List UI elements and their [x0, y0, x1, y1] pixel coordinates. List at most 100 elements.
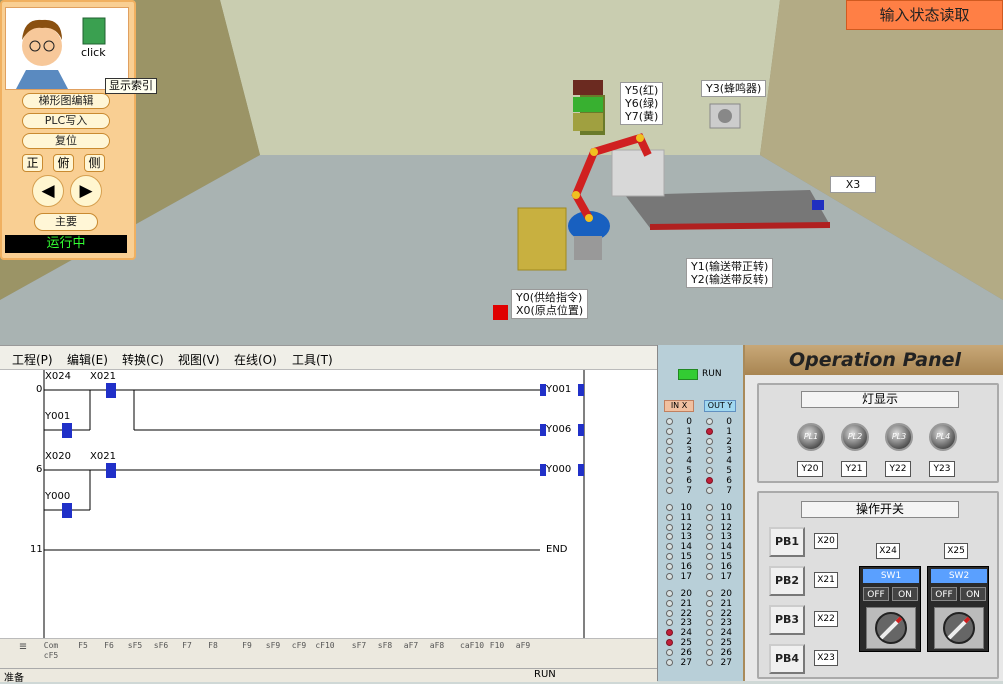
output-led-icon	[706, 572, 713, 580]
input-led-row: 3	[666, 446, 692, 456]
step-number: 11	[30, 544, 43, 555]
main-button[interactable]: 主要	[34, 213, 98, 231]
input-led-number: 20	[680, 589, 692, 599]
toolbar-button[interactable]: cF10	[314, 641, 336, 665]
menu-bar: 工程(P) 编辑(E) 转换(C) 视图(V) 在线(O) 工具(T)	[0, 346, 657, 370]
input-led-icon	[666, 447, 673, 455]
menu-tools[interactable]: 工具(T)	[292, 351, 333, 368]
switch-off-label[interactable]: OFF	[931, 587, 957, 601]
input-led-icon	[666, 513, 673, 521]
contact-label: Y001	[45, 411, 71, 422]
input-led-number: 25	[680, 638, 692, 648]
toolbar-button[interactable]: F6	[98, 641, 120, 665]
output-led-number: 0	[726, 417, 732, 427]
menu-edit[interactable]: 编辑(E)	[67, 351, 108, 368]
input-led-row: 14	[666, 542, 692, 552]
toolbar-button[interactable]: aF7	[400, 641, 422, 665]
menu-view[interactable]: 视图(V)	[178, 351, 220, 368]
input-led-icon	[666, 639, 673, 646]
reset-button[interactable]: 复位	[22, 133, 110, 149]
step-number: 0	[36, 384, 43, 395]
pushbutton-pb3[interactable]: PB3	[769, 605, 805, 635]
input-led-row: 10	[666, 503, 692, 513]
toolbar-button[interactable]: F8	[202, 641, 224, 665]
switch-off-label[interactable]: OFF	[863, 587, 889, 601]
input-status-read-button[interactable]: 输入状态读取	[846, 0, 1003, 30]
input-led-number: 15	[680, 552, 692, 562]
toolbar-button[interactable]: F10	[486, 641, 508, 665]
pushbutton-pb4[interactable]: PB4	[769, 644, 805, 674]
output-led-row: 22	[706, 609, 732, 619]
toolbar-button[interactable]: aF9	[512, 641, 534, 665]
output-led-row: 21	[706, 599, 732, 609]
contact-label: X021	[90, 371, 116, 382]
output-led-number: 6	[726, 475, 732, 486]
output-led-number: 2	[726, 436, 732, 447]
output-led-icon	[706, 599, 713, 607]
toolbar-button[interactable]: aF8	[426, 641, 448, 665]
toolbar-button[interactable]: cF9	[288, 641, 310, 665]
ladder-editor: 工程(P) 编辑(E) 转换(C) 视图(V) 在线(O) 工具(T) 0 6 …	[0, 345, 657, 684]
toolbar-button[interactable]: sF9	[262, 641, 284, 665]
menu-online[interactable]: 在线(O)	[234, 351, 277, 368]
coil-label: Y000	[546, 464, 572, 475]
toolbar-button[interactable]: F5	[72, 641, 94, 665]
output-led-number: 17	[720, 571, 732, 582]
input-led-icon	[666, 599, 673, 607]
end-instruction: END	[546, 544, 568, 555]
output-led-icon	[706, 467, 713, 474]
toolbar-mode-icon[interactable]: ≡	[12, 640, 34, 665]
input-led-icon	[666, 418, 673, 425]
output-header: OUT Y	[704, 400, 736, 412]
top-view-button[interactable]: 俯	[53, 154, 74, 172]
left-arrow-icon[interactable]: ◀	[32, 175, 64, 207]
conveyor-labels: Y1(输送带正转) Y2(输送带反转)	[686, 258, 774, 288]
input-led-icon	[666, 486, 673, 494]
output-led-icon	[706, 658, 713, 666]
lamp-address: Y20	[797, 461, 823, 477]
output-led-number: 12	[720, 522, 732, 533]
toolbar-button[interactable]: F7	[176, 641, 198, 665]
plc-write-button[interactable]: PLC写入	[22, 113, 110, 129]
toolbar-button[interactable]: sF7	[348, 641, 370, 665]
input-led-row: 23	[666, 618, 692, 628]
output-led-icon	[706, 562, 713, 570]
output-led-row: 6	[706, 476, 732, 486]
input-led-row: 6	[666, 476, 692, 486]
rotary-knob-icon[interactable]	[934, 607, 984, 649]
toolbar-button[interactable]: F9	[236, 641, 258, 665]
ladder-diagram[interactable]: 0 6 11 X024 X021 Y001 X020 X021 Y000 Y00…	[0, 370, 657, 638]
input-led-icon	[666, 658, 673, 666]
ladder-edit-button[interactable]: 梯形图编辑	[22, 93, 110, 109]
pilot-lamp: PL3	[885, 423, 913, 451]
input-led-row: 22	[666, 609, 692, 619]
toolbar-button[interactable]: sF8	[374, 641, 396, 665]
toolbar-button[interactable]: sF5	[124, 641, 146, 665]
switch-on-label[interactable]: ON	[960, 587, 986, 601]
side-view-button[interactable]: 侧	[84, 154, 105, 172]
output-led-number: 13	[720, 532, 732, 543]
output-led-icon	[706, 447, 713, 455]
input-led-icon	[666, 648, 673, 656]
toolbar-button[interactable]: caF10	[460, 641, 484, 665]
input-led-row: 0	[666, 417, 692, 427]
right-arrow-icon[interactable]: ▶	[70, 175, 102, 207]
output-led-row: 10	[706, 503, 732, 513]
io-monitor: RUN IN X OUT Y 0 1 2 3 4 5 6 7 10 11 12 13 14 15 16 17 2…	[657, 345, 743, 681]
toolbar-button[interactable]: sF6	[150, 641, 172, 665]
output-led-row: 17	[706, 572, 732, 582]
pushbutton-pb2[interactable]: PB2	[769, 566, 805, 596]
input-led-number: 2	[686, 436, 692, 447]
menu-convert[interactable]: 转换(C)	[122, 351, 164, 368]
front-view-button[interactable]: 正	[22, 154, 43, 172]
toolbar-comment-button[interactable]: Com cF5	[40, 641, 62, 665]
input-led-number: 1	[686, 426, 692, 437]
selector-switch-sw2[interactable]: SW2 OFF ON	[927, 566, 989, 652]
rotary-knob-icon[interactable]	[866, 607, 916, 649]
selector-switch-sw1[interactable]: SW1 OFF ON	[859, 566, 921, 652]
input-led-number: 14	[680, 542, 692, 553]
switch-on-label[interactable]: ON	[892, 587, 918, 601]
output-led-row: 12	[706, 523, 732, 533]
pushbutton-pb1[interactable]: PB1	[769, 527, 805, 557]
menu-project[interactable]: 工程(P)	[12, 351, 53, 368]
